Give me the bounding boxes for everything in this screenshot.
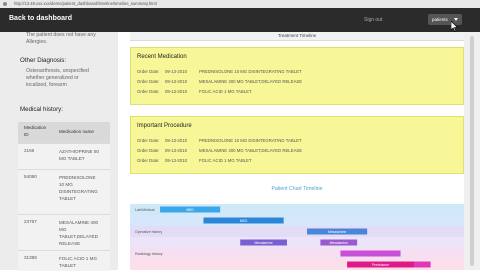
sign-out-link[interactable]: Sign out xyxy=(364,17,382,23)
patient-chart-timeline: Lab/Medical Operative history Radiology hi… xyxy=(130,204,464,275)
other-diagnosis-line-2: whether generalized or xyxy=(26,75,79,81)
col-header-id-line-1: Medication xyxy=(24,125,47,130)
timeline-lane-label: Radiology history xyxy=(135,252,163,256)
other-diagnosis-heading: Other Diagnosis: xyxy=(20,57,67,64)
panel-title: Recent Medication xyxy=(137,54,187,60)
timeline-lane xyxy=(130,215,464,226)
table-row: 2166 AZATHIOPRINE 50 MG TABLET xyxy=(18,143,110,170)
other-diagnosis-line-3: localized, forearm xyxy=(26,82,67,88)
timeline-lane xyxy=(130,237,464,248)
address-bar[interactable]: http://13.48.xxx.xxx/demo/patient_dashbo… xyxy=(14,1,157,6)
timeline-chart: Lab/Medical Operative history Radiology hi… xyxy=(130,204,464,270)
reload-icon[interactable] xyxy=(3,2,7,6)
timeline-bar-label: Mesalamine xyxy=(328,230,346,234)
col-header-id-line-2: ID xyxy=(24,132,29,137)
back-to-dashboard-link[interactable]: Back to dashboard xyxy=(9,15,72,22)
table-header: Medication ID Medication name xyxy=(18,122,110,143)
col-header-name: Medication name xyxy=(59,129,94,134)
medication-name: MESALAMINE 400 MG TABLET,DELAYED RELEASE xyxy=(59,220,99,246)
timeline-bar-label: Prednisone xyxy=(372,263,389,267)
medication-id: 54090 xyxy=(24,174,37,179)
timeline-lane-label: Lab/Medical xyxy=(135,208,155,212)
medication-id: 31388 xyxy=(24,255,37,260)
timeline-bar-label: MED xyxy=(186,208,194,212)
timeline-lane xyxy=(130,226,464,237)
allergy-text-line-1: The patient does not have any xyxy=(26,32,96,38)
recent-medication-panel: Recent Medication Order Date: 09-13-2010 P… xyxy=(130,47,464,105)
timeline-bar-label: Mesalamine xyxy=(254,241,272,245)
allergy-text-line-2: Allergies. xyxy=(26,39,48,45)
important-procedure-panel: Important Procedure Order Date: 09-13-201… xyxy=(130,116,464,174)
table-row: 54090 PREDNISOLONE 10 MG DISINTEGRATING TAB… xyxy=(18,169,110,215)
table-row: 23767 MESALAMINE 400 MG TABLET,DELAYED RELE… xyxy=(18,214,110,251)
table-row: 31388 FOLIC ACID 1 MG TABLET xyxy=(18,250,110,271)
timeline-bar-label: MED xyxy=(240,219,248,223)
medication-id: 2166 xyxy=(24,148,35,153)
treatment-timeline-label: Treatment Timeline xyxy=(277,33,317,38)
mouse-cursor-icon xyxy=(451,21,459,32)
timeline-lane xyxy=(130,248,464,259)
timeline-lane-label: Operative history xyxy=(135,230,162,234)
treatment-timeline-bar[interactable]: Treatment Timeline xyxy=(130,32,464,41)
medication-name: FOLIC ACID 1 MG TABLET xyxy=(59,256,98,268)
panel-title: Important Procedure xyxy=(137,123,192,129)
timeline-chart-title: Patient Chart Timeline xyxy=(271,186,323,192)
timeline-bar-label: Mesalamine xyxy=(330,241,348,245)
timeline-bar[interactable] xyxy=(340,250,401,257)
medical-history-heading: Medical history: xyxy=(20,106,63,113)
medication-name: AZATHIOPRINE 50 MG TABLET xyxy=(59,149,99,161)
medication-id: 23767 xyxy=(24,219,37,224)
other-diagnosis-line-1: Osteoarthrosis, unspecified xyxy=(26,68,89,74)
medication-name: PREDNISOLONE 10 MG DISINTEGRATING TABLET xyxy=(59,175,98,201)
user-menu-label: patients xyxy=(432,17,448,22)
page-scrollbar[interactable] xyxy=(470,36,474,266)
